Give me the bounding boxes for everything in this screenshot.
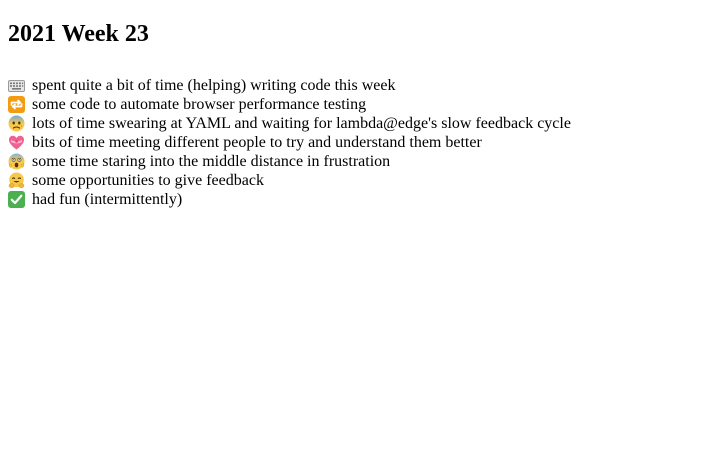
entry-list: spent quite a bit of time (helping) writ… [8,76,712,209]
anxious-face-icon [8,115,25,132]
page: 2021 Week 23 spent quite a bit of time (… [0,0,720,217]
repeat-icon [8,96,25,113]
list-item: lots of time swearing at YAML and waitin… [8,114,712,133]
list-item: bits of time meeting different people to… [8,133,712,152]
entry-text: spent quite a bit of time (helping) writ… [32,77,396,94]
hugging-face-icon [8,172,25,189]
entry-text: lots of time swearing at YAML and waitin… [32,115,571,132]
screaming-face-icon [8,153,25,170]
page-title: 2021 Week 23 [8,21,149,47]
check-mark-button-icon [8,191,25,208]
keyboard-icon [8,77,25,94]
entry-text: some time staring into the middle distan… [32,153,391,170]
list-item: spent quite a bit of time (helping) writ… [8,76,712,95]
list-item: some opportunities to give feedback [8,171,712,190]
heart-ribbon-icon [8,134,25,151]
list-item: some time staring into the middle distan… [8,152,712,171]
entry-text: bits of time meeting different people to… [32,134,482,151]
list-item: some code to automate browser performanc… [8,95,712,114]
list-item: had fun (intermittently) [8,190,712,209]
entry-text: some opportunities to give feedback [32,172,264,189]
entry-text: had fun (intermittently) [32,191,183,208]
entry-text: some code to automate browser performanc… [32,96,367,113]
